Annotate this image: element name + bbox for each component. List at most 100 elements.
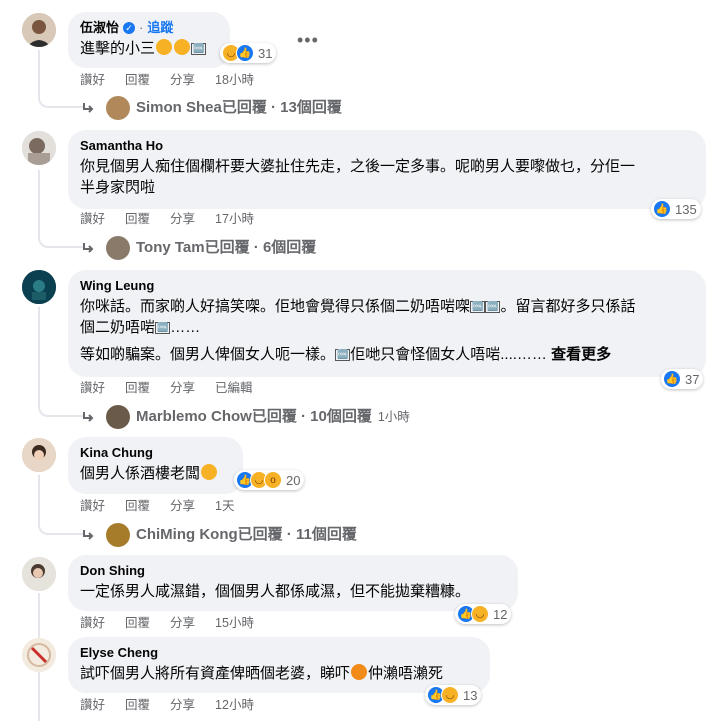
comment-author[interactable]: Samantha Ho xyxy=(80,137,163,154)
avatar[interactable] xyxy=(22,131,56,165)
replies-label: ChiMing Kong已回覆 · 11個回覆 xyxy=(136,526,357,543)
comment-actions: 讚好 回覆 分享 1天 xyxy=(80,498,235,514)
avatar[interactable] xyxy=(22,270,56,304)
see-more-link[interactable]: 查看更多 xyxy=(551,346,611,363)
reply-link[interactable]: 回覆 xyxy=(125,211,150,227)
share-link[interactable]: 分享 xyxy=(170,211,195,227)
comment-author[interactable]: 伍淑怡 xyxy=(80,19,119,36)
comment-text: 你見個男人痴住個欄杆要大婆扯住先走，之後一定多事。呢啲男人要嚟做乜，分佢一 半身… xyxy=(80,156,694,198)
comment-author[interactable]: Don Shing xyxy=(80,562,145,579)
avatar[interactable] xyxy=(22,557,56,591)
share-link[interactable]: 分享 xyxy=(170,615,195,631)
like-reaction-icon: 👍 xyxy=(236,44,254,62)
timestamp[interactable]: 1天 xyxy=(215,498,234,514)
text-span: 。留言都好多只係話 xyxy=(500,298,636,315)
share-link[interactable]: 分享 xyxy=(170,697,195,713)
comment-bubble: 伍淑怡 ✓ · 追蹤 進擊的小三 🆒 xyxy=(68,12,230,68)
edited-label: 已編輯 xyxy=(215,381,253,395)
comment-bubble: Don Shing 一定係男人咸濕錯，個個男人都係咸濕，但不能拋棄糟糠。 xyxy=(68,555,518,611)
like-reaction-icon: 👍 xyxy=(653,200,671,218)
reply-arrow-icon xyxy=(83,243,94,253)
reaction-summary[interactable]: ◡ 👍 31 xyxy=(220,43,277,63)
avatar[interactable] xyxy=(22,13,56,47)
like-link[interactable]: 讚好 xyxy=(80,380,105,396)
text-span: …… xyxy=(170,319,201,336)
like-link[interactable]: 讚好 xyxy=(80,72,105,88)
text-span: 佢哋只會怪個女人唔啱....…… xyxy=(350,346,552,363)
reaction-summary[interactable]: 👍 ◡ 12 xyxy=(455,604,512,624)
share-link[interactable]: 分享 xyxy=(170,380,195,396)
more-options-icon[interactable]: ••• xyxy=(297,30,319,51)
replies-label: Simon Shea已回覆 · 13個回覆 xyxy=(136,99,342,116)
separator-dot: · xyxy=(139,20,144,35)
reply-arrow-icon xyxy=(83,103,94,113)
reply-link[interactable]: 回覆 xyxy=(125,697,150,713)
unrendered-glyph: 🆒 xyxy=(470,301,486,313)
avatar-photo-icon xyxy=(22,438,56,472)
view-replies-link[interactable]: Simon Shea已回覆 · 13個回覆 xyxy=(82,96,342,120)
text-span: 仲瀨唔瀨死 xyxy=(368,665,444,682)
replies-label: Marblemo Chow已回覆 · 10個回覆 xyxy=(136,408,372,425)
text-span: 你咪話。而家啲人好搞笑㗎。佢地會覺得只係個二奶唔啱㗎 xyxy=(80,298,471,315)
comment-actions: 讚好 回覆 分享 18小時 xyxy=(80,72,254,88)
replies-time: 1小時 xyxy=(377,410,410,424)
view-replies-link[interactable]: ChiMing Kong已回覆 · 11個回覆 xyxy=(82,523,357,547)
comment-actions: 讚好 回覆 分享 17小時 xyxy=(80,211,254,227)
comment-text-line: 等如啲騙案。個男人俾個女人呃一樣。 🆒 佢哋只會怪個女人唔啱....…… 查看更多 xyxy=(80,344,694,365)
like-link[interactable]: 讚好 xyxy=(80,615,105,631)
comment-text: 進擊的小三 🆒 xyxy=(80,38,218,59)
avatar-photo-icon xyxy=(22,557,56,591)
avatar-photo-icon xyxy=(22,131,56,165)
replier-avatar xyxy=(106,523,130,547)
reply-arrow-icon xyxy=(83,412,94,422)
reply-arrow-icon xyxy=(83,530,94,540)
comment-bubble: Kina Chung 個男人係酒樓老闆 xyxy=(68,437,243,494)
comment-text: 試吓個男人將所有資產俾晒個老婆，睇吓 仲瀨唔瀨死 xyxy=(80,663,478,684)
reply-link[interactable]: 回覆 xyxy=(125,72,150,88)
reply-link[interactable]: 回覆 xyxy=(125,498,150,514)
reaction-summary[interactable]: 👍 ◡ o 20 xyxy=(234,470,305,490)
unrendered-glyph: 🆒 xyxy=(335,349,351,361)
share-link[interactable]: 分享 xyxy=(170,72,195,88)
comment-author[interactable]: Wing Leung xyxy=(80,277,154,294)
reaction-summary[interactable]: 👍 ◡ 13 xyxy=(425,685,482,705)
reaction-summary[interactable]: 👍 37 xyxy=(661,369,704,389)
timestamp[interactable]: 12小時 xyxy=(215,697,254,713)
replier-avatar xyxy=(106,405,130,429)
comment-text-line: 半身家閃啦 xyxy=(80,179,156,196)
comment-author[interactable]: Elyse Cheng xyxy=(80,644,158,661)
like-link[interactable]: 讚好 xyxy=(80,211,105,227)
comment-text: 個男人係酒樓老闆 xyxy=(80,463,231,484)
replies-label: Tony Tam已回覆 · 6個回覆 xyxy=(136,239,317,256)
reply-link[interactable]: 回覆 xyxy=(125,615,150,631)
like-link[interactable]: 讚好 xyxy=(80,697,105,713)
laughing-emoji-icon xyxy=(156,39,173,55)
follow-link[interactable]: 追蹤 xyxy=(147,19,173,36)
comment-text-line: 個二奶唔啱 🆒…… xyxy=(80,317,694,338)
comment-text-line: 你咪話。而家啲人好搞笑㗎。佢地會覺得只係個二奶唔啱㗎 🆒 🆒 。留言都好多只係話 xyxy=(80,296,694,317)
avatar-photo-icon xyxy=(22,13,56,47)
like-link[interactable]: 讚好 xyxy=(80,498,105,514)
text-span: 個二奶唔啱 xyxy=(80,319,156,336)
comment-actions: 讚好 回覆 分享 15小時 xyxy=(80,615,254,631)
view-replies-link[interactable]: Tony Tam已回覆 · 6個回覆 xyxy=(82,236,316,260)
reaction-summary[interactable]: 👍 135 xyxy=(651,199,701,219)
view-replies-link[interactable]: Marblemo Chow已回覆 · 10個回覆 1小時 xyxy=(82,405,410,429)
avatar[interactable] xyxy=(22,438,56,472)
unrendered-glyph: 🆒 xyxy=(485,301,501,313)
text-span: 試吓個男人將所有資產俾晒個老婆，睇吓 xyxy=(80,665,351,682)
avatar[interactable] xyxy=(22,638,56,672)
timestamp[interactable]: 17小時 xyxy=(215,211,254,227)
comment-author[interactable]: Kina Chung xyxy=(80,444,153,461)
comment-bubble: Elyse Cheng 試吓個男人將所有資產俾晒個老婆，睇吓 仲瀨唔瀨死 xyxy=(68,637,490,693)
reply-link[interactable]: 回覆 xyxy=(125,380,150,396)
timestamp[interactable]: 15小時 xyxy=(215,615,254,631)
verified-badge-icon: ✓ xyxy=(123,21,136,34)
comment-text: 一定係男人咸濕錯，個個男人都係咸濕，但不能拋棄糟糠。 xyxy=(80,583,471,600)
reaction-count: 13 xyxy=(463,687,478,703)
laughing-emoji-icon xyxy=(174,39,191,55)
share-link[interactable]: 分享 xyxy=(170,498,195,514)
timestamp[interactable]: 18小時 xyxy=(215,72,254,88)
reaction-count: 135 xyxy=(675,201,697,217)
text-span: 等如啲騙案。個男人俾個女人呃一樣。 xyxy=(80,346,336,363)
